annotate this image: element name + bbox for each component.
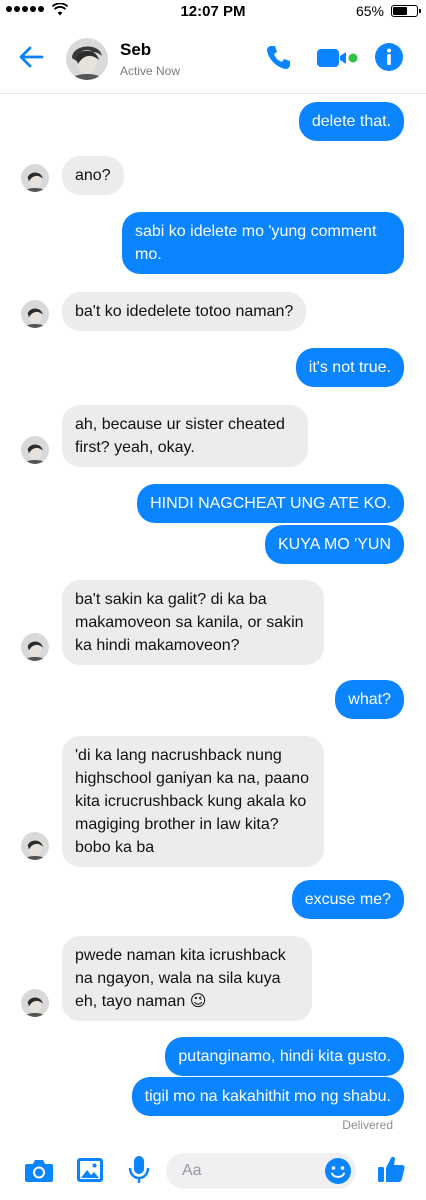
outgoing-message[interactable]: sabi ko idelete mo 'yung comment mo. [122,212,404,274]
incoming-message[interactable]: ba't ko idedelete totoo naman? [62,292,307,331]
battery-fill [393,7,407,15]
outgoing-message[interactable]: delete that. [298,102,404,141]
outgoing-message[interactable]: tigil mo na kakahithit mo ng shabu. [131,1077,404,1116]
outgoing-message[interactable]: putanginamo, hindi kita gusto. [165,1037,404,1076]
smiley-icon[interactable] [324,1157,352,1185]
incoming-message[interactable]: 'di ka lang nacrushback nung highschool … [62,736,324,867]
thumbs-up-icon[interactable] [376,1154,406,1184]
info-icon[interactable] [374,42,404,72]
outgoing-message[interactable]: excuse me? [291,880,404,919]
contact-avatar[interactable] [21,989,49,1017]
outgoing-message[interactable]: what? [335,680,404,719]
microphone-icon[interactable] [127,1155,151,1185]
status-bar: 12:07 PM 65% [0,0,426,22]
camera-icon[interactable] [24,1157,54,1183]
phone-icon[interactable] [264,42,294,72]
contact-avatar[interactable] [21,436,49,464]
outgoing-message[interactable]: it's not true. [295,348,404,387]
outgoing-message[interactable]: KUYA MO 'YUN [265,525,404,564]
conversation-header: Seb Active Now [0,22,426,94]
image-icon[interactable] [76,1157,104,1183]
video-camera-icon[interactable] [316,46,360,70]
back-arrow-icon[interactable] [16,42,46,72]
message-thread[interactable]: delete that. ano? sabi ko idelete mo 'yu… [0,95,426,1135]
battery-percentage: 65% [355,3,384,19]
contact-avatar[interactable] [21,164,49,192]
message-input-pill[interactable] [166,1153,356,1189]
contact-avatar[interactable] [21,300,49,328]
active-status: Active Now [120,64,181,78]
incoming-message[interactable]: ah, because ur sister cheated first? yea… [62,405,308,467]
battery-icon [391,5,421,17]
incoming-message[interactable]: pwede naman kita icrushback na ngayon, w… [62,936,312,1021]
contact-name[interactable]: Seb [120,40,151,60]
delivery-status: Delivered [342,1118,393,1132]
incoming-message[interactable]: ano? [62,156,124,195]
contact-avatar[interactable] [21,832,49,860]
outgoing-message[interactable]: HINDI NAGCHEAT UNG ATE KO. [137,484,404,523]
contact-avatar[interactable] [21,633,49,661]
incoming-message[interactable]: ba't sakin ka galit? di ka ba makamoveon… [62,580,324,665]
avatar[interactable] [66,38,108,80]
message-input[interactable] [182,1161,312,1181]
message-composer [0,1140,426,1200]
